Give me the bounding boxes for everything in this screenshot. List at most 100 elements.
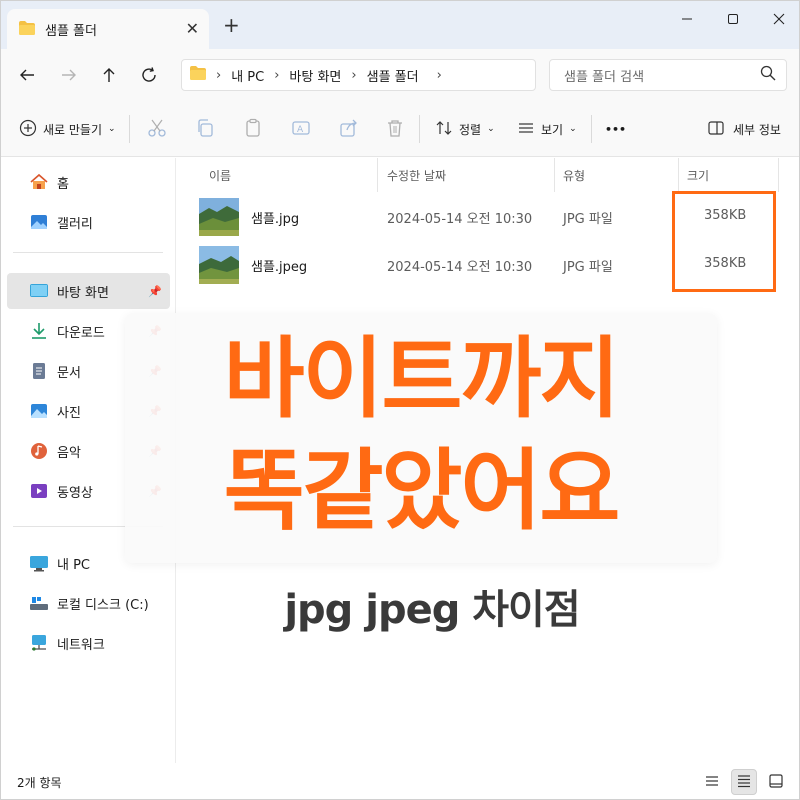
back-button[interactable] [15, 63, 39, 87]
preview-view-button[interactable] [763, 769, 789, 795]
search-placeholder: 샘플 폴더 검색 [564, 69, 645, 85]
toolbar-divider [591, 115, 592, 143]
cut-button[interactable] [147, 117, 167, 141]
sidebar-divider [13, 252, 163, 253]
sidebar-item-gallery[interactable]: 갤러리 [7, 204, 170, 240]
chevron-down-icon: ⌄ [487, 124, 495, 134]
share-button[interactable] [339, 117, 359, 141]
copy-button[interactable] [195, 117, 215, 141]
sidebar-item-local-disk[interactable]: 로컬 디스크 (C:) [7, 585, 170, 621]
command-bar: 새로 만들기 ⌄ A 정렬 ⌄ 보기 ⌄ ••• 세부 정보 [1, 101, 799, 157]
network-icon [29, 633, 49, 653]
column-divider[interactable] [377, 158, 378, 192]
image-thumbnail [199, 198, 239, 236]
file-explorer-window: 샘플 폴더 ✕ + › 내 PC › 바탕 화면 › 샘플 폴더 › 샘플 폴더… [0, 0, 800, 800]
column-header-date[interactable]: 수정한 날짜 [387, 158, 446, 192]
close-window-button[interactable] [759, 7, 799, 31]
caption-line-1: 바이트까지 [223, 327, 621, 430]
home-icon [29, 172, 49, 192]
drive-icon [29, 593, 49, 613]
up-button[interactable] [97, 63, 121, 87]
rename-icon: A [291, 118, 311, 141]
new-tab-button[interactable]: + [223, 15, 240, 35]
sidebar-item-network[interactable]: 네트워크 [7, 625, 170, 661]
trash-icon [385, 118, 405, 141]
scissors-icon [147, 118, 167, 141]
view-label: 보기 [541, 122, 564, 137]
column-header-name[interactable]: 이름 [209, 158, 231, 192]
file-name: 샘플.jpeg [251, 260, 308, 275]
image-thumbnail [199, 246, 239, 284]
details-pane-icon [707, 119, 725, 140]
more-options-button[interactable]: ••• [605, 117, 626, 141]
details-view-button[interactable] [699, 769, 725, 795]
pictures-icon [29, 401, 49, 421]
size-highlight-box [672, 191, 776, 292]
pin-icon[interactable]: 📌 [148, 285, 162, 298]
new-label: 새로 만들기 [43, 122, 103, 137]
address-bar[interactable]: › 내 PC › 바탕 화면 › 샘플 폴더 › [181, 59, 536, 91]
music-icon [29, 441, 49, 461]
sidebar-item-label: 홈 [57, 176, 69, 192]
tab-label: 샘플 폴더 [45, 23, 97, 39]
navigation-bar: › 내 PC › 바탕 화면 › 샘플 폴더 › 샘플 폴더 검색 [1, 49, 799, 101]
list-view-button[interactable] [731, 769, 757, 795]
column-divider[interactable] [554, 158, 555, 192]
documents-icon [29, 361, 49, 381]
column-divider[interactable] [678, 158, 679, 192]
copy-icon [195, 118, 215, 141]
column-header-type[interactable]: 유형 [563, 158, 585, 192]
toolbar-divider [129, 115, 130, 143]
sidebar-item-home[interactable]: 홈 [7, 164, 170, 200]
rename-button[interactable]: A [291, 117, 311, 141]
close-tab-icon[interactable]: ✕ [186, 19, 199, 38]
svg-text:A: A [297, 125, 304, 135]
chevron-right-icon: › [274, 67, 280, 83]
caption-subtitle: jpg jpeg 차이점 [284, 587, 580, 633]
details-pane-button[interactable]: 세부 정보 [707, 117, 781, 141]
file-name: 샘플.jpg [251, 212, 300, 227]
column-divider[interactable] [778, 158, 779, 192]
forward-button[interactable] [57, 63, 81, 87]
delete-button[interactable] [385, 117, 405, 141]
search-icon [760, 65, 776, 85]
chevron-down-icon: ⌄ [108, 124, 116, 134]
caption-line-2: 똑같았어요 [223, 439, 621, 542]
share-icon [339, 118, 359, 141]
download-icon [29, 321, 49, 341]
sidebar-item-label: 갤러리 [57, 216, 93, 232]
tab-sample-folder[interactable]: 샘플 폴더 ✕ [7, 9, 209, 49]
chevron-down-icon: ⌄ [569, 124, 577, 134]
pc-icon [29, 553, 49, 573]
maximize-button[interactable] [713, 7, 753, 31]
sidebar-item-desktop[interactable]: 바탕 화면 📌 [7, 273, 170, 309]
new-button[interactable]: 새로 만들기 ⌄ [19, 117, 116, 141]
search-input[interactable]: 샘플 폴더 검색 [549, 59, 787, 91]
breadcrumb-pc[interactable]: 내 PC [231, 66, 264, 85]
title-bar: 샘플 폴더 ✕ + [1, 1, 799, 49]
refresh-button[interactable] [137, 63, 161, 87]
column-header-size[interactable]: 크기 [687, 158, 709, 192]
folder-icon [19, 20, 35, 39]
sort-button[interactable]: 정렬 ⌄ [435, 117, 495, 141]
breadcrumb-desktop[interactable]: 바탕 화면 [289, 66, 341, 85]
chevron-right-icon: › [351, 67, 357, 83]
breadcrumb-sample-folder[interactable]: 샘플 폴더 [367, 66, 419, 85]
file-date: 2024-05-14 오전 10:30 [387, 212, 533, 227]
sidebar-item-label: 로컬 디스크 (C:) [57, 597, 149, 613]
clipboard-icon [243, 118, 263, 141]
list-view-icon [704, 773, 720, 792]
sidebar-item-label: 바탕 화면 [57, 285, 109, 301]
chevron-right-icon[interactable]: › [437, 68, 442, 83]
item-count: 2개 항목 [17, 776, 62, 790]
file-type: JPG 파일 [563, 212, 613, 227]
paste-button[interactable] [243, 117, 263, 141]
minimize-button[interactable] [667, 7, 707, 31]
videos-icon [29, 481, 49, 501]
folder-icon [190, 66, 206, 84]
toolbar-divider [419, 115, 420, 143]
view-button[interactable]: 보기 ⌄ [517, 117, 577, 141]
view-list-icon [517, 119, 535, 140]
details-view-icon [736, 773, 752, 792]
sidebar-item-label: 네트워크 [57, 637, 105, 653]
